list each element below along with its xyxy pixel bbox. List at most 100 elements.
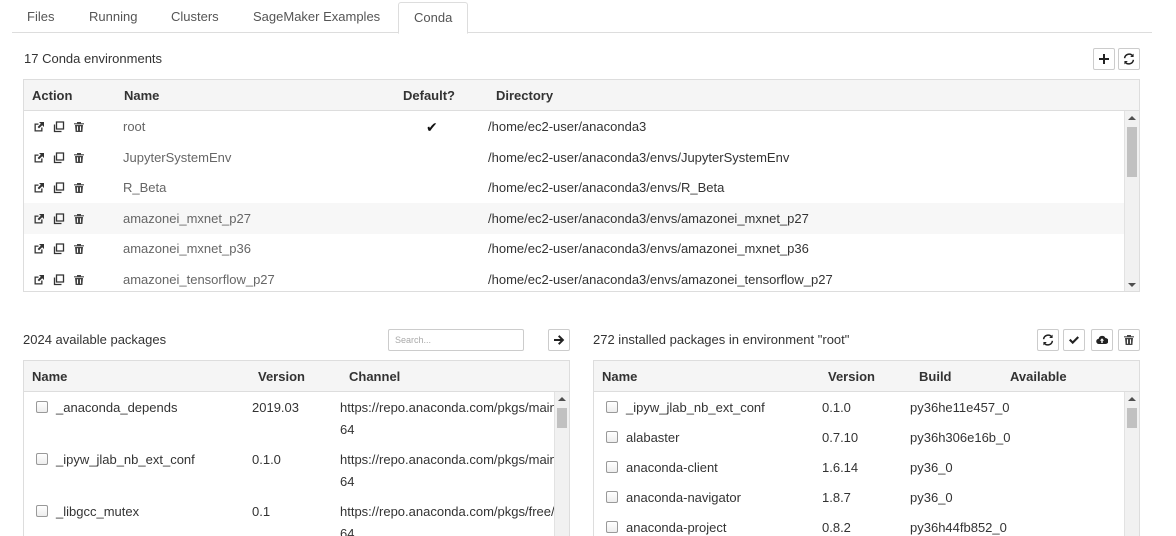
header-channel[interactable]: Channel <box>349 361 400 392</box>
package-checkbox[interactable] <box>606 521 618 533</box>
package-version: 0.1.0 <box>252 452 281 467</box>
trash-icon[interactable] <box>73 152 85 164</box>
environment-name: R_Beta <box>123 180 167 195</box>
package-checkbox[interactable] <box>36 453 48 465</box>
create-environment-button[interactable] <box>1093 48 1115 70</box>
package-channel-arch: 64 <box>340 526 355 536</box>
scroll-thumb[interactable] <box>1127 127 1137 177</box>
scroll-thumb[interactable] <box>1127 408 1137 428</box>
export-icon[interactable] <box>33 152 45 164</box>
update-packages-button[interactable] <box>1091 329 1113 351</box>
environment-name: amazonei_tensorflow_p27 <box>123 271 275 287</box>
package-name: _anaconda_depends <box>56 400 178 415</box>
scroll-up-icon[interactable] <box>1128 116 1136 120</box>
environment-directory: /home/ec2-user/anaconda3/envs/amazonei_t… <box>488 271 833 287</box>
available-package-row[interactable]: _anaconda_depends 2019.03 https://repo.ana… <box>24 394 554 446</box>
header-available[interactable]: Available <box>1010 361 1067 392</box>
installed-packages-table: Name Version Build Available _ipyw_jlab_… <box>593 360 1140 536</box>
available-packages-header: Name Version Channel <box>24 361 569 392</box>
header-version[interactable]: Version <box>258 361 305 392</box>
clone-icon[interactable] <box>53 121 65 133</box>
package-build: py36_0 <box>910 460 953 475</box>
clone-icon[interactable] <box>53 243 65 255</box>
package-checkbox[interactable] <box>606 431 618 443</box>
clone-icon[interactable] <box>53 151 65 164</box>
package-version: 1.8.7 <box>822 490 851 505</box>
package-name: _libgcc_mutex <box>56 504 140 519</box>
export-icon[interactable] <box>33 243 45 255</box>
available-package-row[interactable]: _libgcc_mutex 0.1 https://repo.anaconda.co… <box>24 498 554 536</box>
environments-table-header: Action Name Default? Directory <box>24 80 1139 111</box>
header-version[interactable]: Version <box>828 361 875 392</box>
trash-icon[interactable] <box>73 182 85 194</box>
installed-package-row[interactable]: alabaster 0.7.10 py36h306e16b_0 <box>594 424 1124 454</box>
installed-package-row[interactable]: _ipyw_jlab_nb_ext_conf 0.1.0 py36he11e457_… <box>594 394 1124 424</box>
scroll-down-icon[interactable] <box>1128 283 1136 287</box>
tab-clusters[interactable]: Clusters <box>156 2 234 33</box>
tab-conda[interactable]: Conda <box>398 2 469 34</box>
install-package-button[interactable] <box>548 329 570 351</box>
package-checkbox[interactable] <box>36 505 48 517</box>
available-packages-count: 2024 available packages <box>23 332 167 347</box>
package-channel-arch: 64 <box>340 474 355 489</box>
installed-package-row[interactable]: anaconda-project 0.8.2 py36h44fb852_0 <box>594 514 1124 536</box>
trash-icon[interactable] <box>73 274 85 286</box>
package-checkbox[interactable] <box>36 401 48 413</box>
package-build: py36he11e457_0 <box>910 400 1010 415</box>
package-version: 0.8.2 <box>822 520 851 535</box>
package-name: anaconda-navigator <box>626 490 741 505</box>
refresh-installed-button[interactable] <box>1037 329 1059 351</box>
environment-row[interactable]: amazonei_tensorflow_p27/home/ec2-user/an… <box>24 264 1124 292</box>
tab-bar: Files Running Clusters SageMaker Example… <box>12 2 1152 34</box>
trash-icon[interactable] <box>73 121 85 133</box>
package-version: 1.6.14 <box>822 460 859 475</box>
environment-row[interactable]: JupyterSystemEnv/home/ec2-user/anaconda3… <box>24 142 1124 173</box>
package-checkbox[interactable] <box>606 491 618 503</box>
header-name[interactable]: Name <box>32 361 67 392</box>
export-icon[interactable] <box>33 213 45 225</box>
tab-files[interactable]: Files <box>12 2 69 33</box>
refresh-environments-button[interactable] <box>1118 48 1140 70</box>
available-package-row[interactable]: _ipyw_jlab_nb_ext_conf 0.1.0 https://repo.… <box>24 446 554 498</box>
installed-package-row[interactable]: anaconda-client 1.6.14 py36_0 <box>594 454 1124 484</box>
environments-scrollbar[interactable] <box>1124 111 1139 291</box>
environment-name: root <box>123 119 146 134</box>
tab-sagemaker-examples[interactable]: SageMaker Examples <box>238 2 395 33</box>
remove-packages-button[interactable] <box>1118 329 1140 351</box>
header-build[interactable]: Build <box>919 361 952 392</box>
installed-package-row[interactable]: anaconda-navigator 1.8.7 py36_0 <box>594 484 1124 514</box>
available-packages-scrollbar[interactable] <box>554 392 569 536</box>
clone-icon[interactable] <box>53 212 65 225</box>
tab-running[interactable]: Running <box>74 2 152 33</box>
environment-name: amazonei_mxnet_p27 <box>123 210 251 226</box>
refresh-icon <box>1123 53 1135 65</box>
environment-row[interactable]: R_Beta/home/ec2-user/anaconda3/envs/R_Be… <box>24 172 1124 203</box>
environment-row[interactable]: amazonei_mxnet_p27/home/ec2-user/anacond… <box>24 202 1124 234</box>
package-checkbox[interactable] <box>606 461 618 473</box>
trash-icon[interactable] <box>73 213 85 225</box>
export-icon[interactable] <box>33 182 45 194</box>
environment-row[interactable]: root ✔ /home/ec2-user/anaconda3 <box>24 111 1124 142</box>
header-directory[interactable]: Directory <box>496 80 553 111</box>
scroll-up-icon[interactable] <box>558 397 566 401</box>
header-name[interactable]: Name <box>602 361 637 392</box>
package-checkbox[interactable] <box>606 401 618 413</box>
cloud-upload-icon <box>1096 335 1108 345</box>
default-check-icon: ✔ <box>426 119 438 135</box>
package-channel-arch: 64 <box>340 422 355 437</box>
environment-directory: /home/ec2-user/anaconda3/envs/amazonei_m… <box>488 241 809 256</box>
export-icon[interactable] <box>33 274 45 286</box>
header-default[interactable]: Default? <box>403 80 455 111</box>
clone-icon[interactable] <box>53 182 65 194</box>
scroll-up-icon[interactable] <box>1128 397 1136 401</box>
check-updates-button[interactable] <box>1063 329 1085 351</box>
installed-packages-scrollbar[interactable] <box>1124 392 1139 536</box>
trash-icon[interactable] <box>73 243 85 255</box>
package-name: anaconda-client <box>626 460 718 475</box>
scroll-thumb[interactable] <box>557 408 567 428</box>
package-search-input[interactable] <box>388 329 524 351</box>
header-name[interactable]: Name <box>124 80 159 111</box>
environment-row[interactable]: amazonei_mxnet_p36/home/ec2-user/anacond… <box>24 233 1124 264</box>
clone-icon[interactable] <box>53 273 65 286</box>
export-icon[interactable] <box>33 121 45 133</box>
